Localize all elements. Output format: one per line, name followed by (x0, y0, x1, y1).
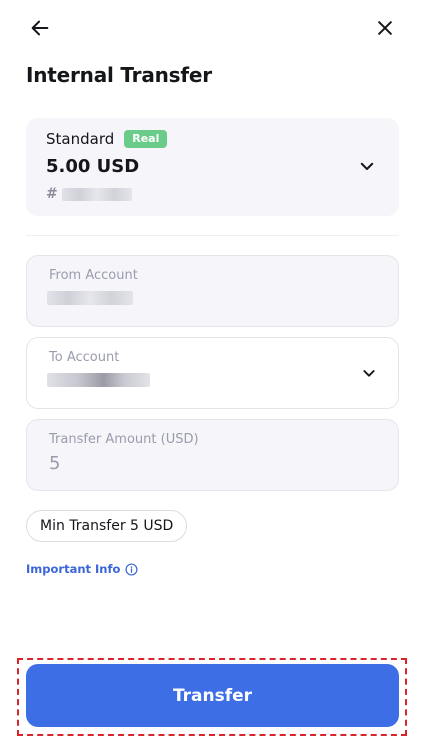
important-info-link[interactable]: Important Info (26, 562, 138, 576)
chevron-down-icon (363, 370, 375, 377)
arrow-left-icon (31, 20, 49, 36)
account-balance: 5.00 USD (46, 156, 140, 177)
account-number: # (46, 186, 132, 202)
transfer-amount-field[interactable]: Transfer Amount (USD) (26, 419, 399, 491)
transfer-amount-input[interactable] (49, 450, 369, 476)
from-account-label: From Account (49, 268, 138, 283)
account-type: Standard (46, 130, 115, 148)
to-account-value (47, 372, 150, 391)
chevron-down-icon (360, 162, 374, 170)
from-account-field: From Account (26, 255, 399, 327)
to-account-label: To Account (49, 350, 120, 365)
redacted-to-account (47, 373, 150, 387)
page-title: Internal Transfer (26, 63, 212, 87)
account-type-row: Standard Real (46, 130, 168, 148)
min-transfer-chip: Min Transfer 5 USD (26, 510, 188, 542)
account-selector-card[interactable]: Standard Real 5.00 USD # (26, 118, 399, 216)
close-button[interactable] (371, 14, 399, 42)
from-account-value (47, 290, 133, 309)
divider (26, 235, 399, 236)
internal-transfer-screen: Internal Transfer Standard Real 5.00 USD… (0, 0, 421, 749)
close-icon (378, 21, 392, 35)
real-badge: Real (124, 130, 168, 148)
important-info-label: Important Info (26, 562, 121, 576)
transfer-button[interactable]: Transfer (26, 664, 399, 727)
account-dropdown-toggle[interactable] (357, 156, 377, 176)
transfer-amount-label: Transfer Amount (USD) (49, 432, 199, 447)
to-account-dropdown-toggle[interactable] (360, 364, 378, 382)
to-account-select[interactable]: To Account (26, 337, 399, 409)
account-number-prefix: # (46, 186, 58, 202)
back-button[interactable] (26, 14, 54, 42)
redacted-from-account (47, 291, 133, 305)
redacted-account-number (61, 187, 132, 201)
info-icon (125, 562, 138, 576)
